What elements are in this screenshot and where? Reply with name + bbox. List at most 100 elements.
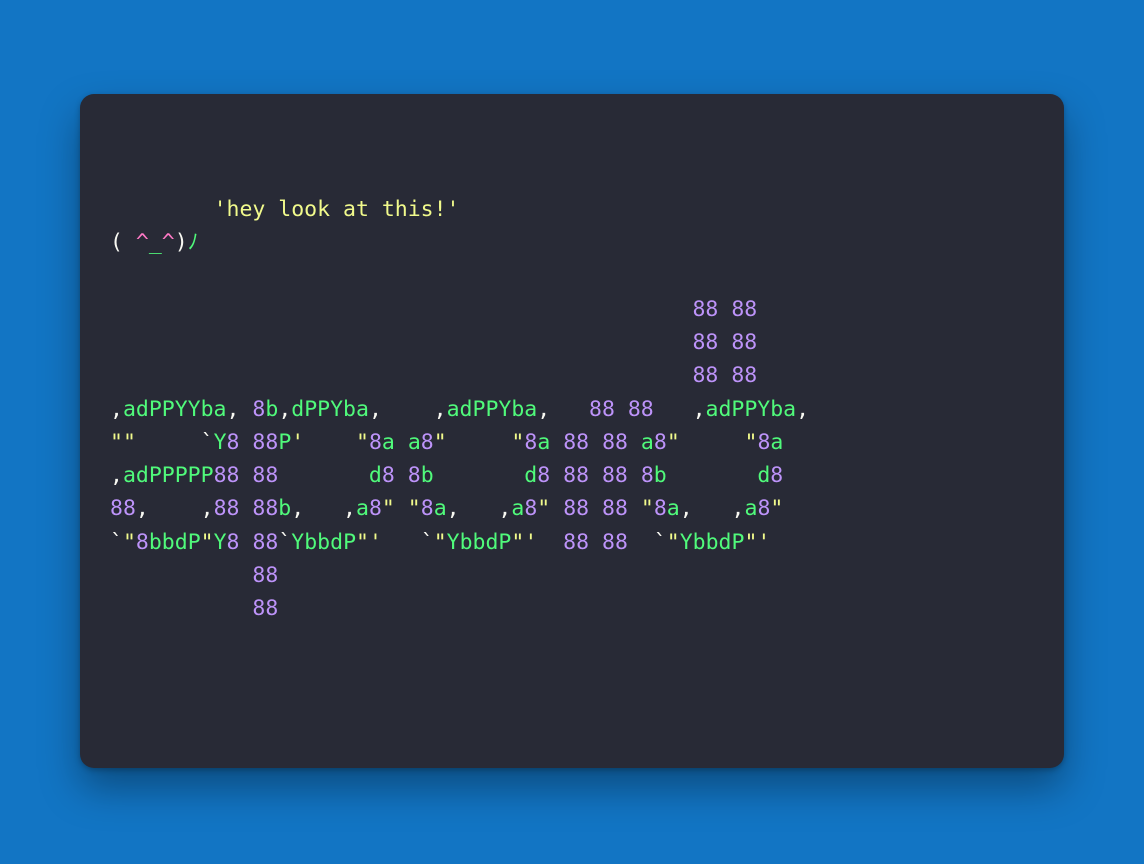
code-token bbox=[589, 530, 602, 555]
code-token: " bbox=[745, 430, 758, 455]
code-token: 8 bbox=[654, 430, 667, 455]
code-token: " bbox=[408, 496, 421, 521]
code-token: 8 bbox=[770, 463, 783, 488]
code-token bbox=[239, 430, 252, 455]
code-token: 88 bbox=[214, 463, 240, 488]
code-token: 88 bbox=[731, 297, 757, 322]
code-token: P bbox=[278, 430, 291, 455]
code-token: YbbdP bbox=[291, 530, 356, 555]
code-token: 8 bbox=[641, 463, 654, 488]
code-token: 88 bbox=[252, 430, 278, 455]
code-token: 8 bbox=[537, 463, 550, 488]
code-token: d bbox=[757, 463, 770, 488]
code-token: Y bbox=[214, 530, 227, 555]
code-token: 8 bbox=[408, 463, 421, 488]
code-token: 88 bbox=[252, 496, 278, 521]
code-token: ^ bbox=[162, 230, 175, 255]
code-token: a bbox=[770, 430, 783, 455]
code-token: bbdP bbox=[149, 530, 201, 555]
code-token: a bbox=[641, 430, 654, 455]
code-token: ` bbox=[136, 430, 214, 455]
code-token: 88 bbox=[602, 530, 628, 555]
code-token bbox=[628, 496, 641, 521]
code-token bbox=[667, 463, 758, 488]
code-token bbox=[240, 530, 253, 555]
code-token: a bbox=[408, 430, 421, 455]
code-token: " bbox=[511, 430, 524, 455]
code-token: "' bbox=[511, 530, 537, 555]
code-token: , , bbox=[136, 496, 214, 521]
code-token: " bbox=[382, 496, 395, 521]
code-token: 88 bbox=[589, 397, 615, 422]
code-token: b bbox=[654, 463, 667, 488]
code-card: 'hey look at this!' ( ^_^)ﾉ 88 88 88 88 … bbox=[80, 94, 1064, 768]
code-token: a bbox=[744, 496, 757, 521]
code-token: , , bbox=[680, 496, 745, 521]
code-token bbox=[110, 297, 692, 322]
code-token: " bbox=[641, 496, 654, 521]
code-token: 88 bbox=[252, 563, 278, 588]
code-token: d bbox=[369, 463, 382, 488]
code-token: " bbox=[770, 496, 783, 521]
code-token: 8 bbox=[136, 530, 149, 555]
code-token: ` bbox=[110, 530, 123, 555]
code-token: ' bbox=[291, 430, 304, 455]
code-token bbox=[239, 463, 252, 488]
code-token bbox=[589, 463, 602, 488]
code-token: " bbox=[667, 530, 680, 555]
code-token: , bbox=[537, 397, 589, 422]
code-token: 88 bbox=[252, 463, 278, 488]
code-token: a bbox=[667, 496, 680, 521]
code-token: 8 bbox=[757, 496, 770, 521]
code-token: ^ bbox=[136, 230, 149, 255]
code-token bbox=[110, 563, 252, 588]
code-token: _ bbox=[149, 230, 162, 255]
code-token: " bbox=[537, 496, 550, 521]
code-token: 8 bbox=[252, 397, 265, 422]
code-token: 88 bbox=[252, 530, 278, 555]
code-token bbox=[589, 430, 602, 455]
code-token bbox=[550, 496, 563, 521]
code-token bbox=[395, 430, 408, 455]
code-token: b bbox=[278, 496, 291, 521]
code-token: d bbox=[524, 463, 537, 488]
code-token bbox=[550, 430, 563, 455]
code-token: ) bbox=[175, 230, 188, 255]
code-token: " bbox=[356, 430, 369, 455]
code-token: 88 bbox=[214, 496, 240, 521]
code-token bbox=[434, 463, 525, 488]
code-token bbox=[718, 297, 731, 322]
code-token: , bbox=[227, 397, 253, 422]
code-token: ﾉ bbox=[188, 230, 199, 255]
code-token: Y bbox=[214, 430, 227, 455]
code-token: 88 bbox=[563, 463, 589, 488]
code-token: 8 bbox=[369, 430, 382, 455]
code-token: 8 bbox=[654, 496, 667, 521]
code-token bbox=[615, 397, 628, 422]
code-token: , bbox=[110, 463, 123, 488]
code-token bbox=[304, 430, 356, 455]
code-token: , , bbox=[369, 397, 447, 422]
code-token bbox=[110, 363, 692, 388]
code-token: 8 bbox=[524, 496, 537, 521]
code-token: adPPPPP bbox=[123, 463, 214, 488]
code-token: b bbox=[265, 397, 278, 422]
code-token: 88 bbox=[602, 496, 628, 521]
code-token: 88 bbox=[252, 596, 278, 621]
code-token: "' bbox=[744, 530, 770, 555]
code-token: " bbox=[667, 430, 680, 455]
code-token: 88 bbox=[731, 330, 757, 355]
code-token: " bbox=[123, 530, 136, 555]
code-token bbox=[680, 430, 745, 455]
code-block: 'hey look at this!' ( ^_^)ﾉ 88 88 88 88 … bbox=[110, 126, 1034, 626]
code-token: dPPYba bbox=[291, 397, 369, 422]
code-token bbox=[110, 197, 214, 222]
code-token: " bbox=[434, 430, 447, 455]
code-token bbox=[537, 530, 563, 555]
code-token: 88 bbox=[563, 430, 589, 455]
code-token: , , bbox=[447, 496, 512, 521]
code-token: 88 bbox=[692, 363, 718, 388]
code-token: ` bbox=[628, 530, 667, 555]
code-token: 8 bbox=[757, 430, 770, 455]
code-token: 'hey look at this!' bbox=[214, 197, 460, 222]
